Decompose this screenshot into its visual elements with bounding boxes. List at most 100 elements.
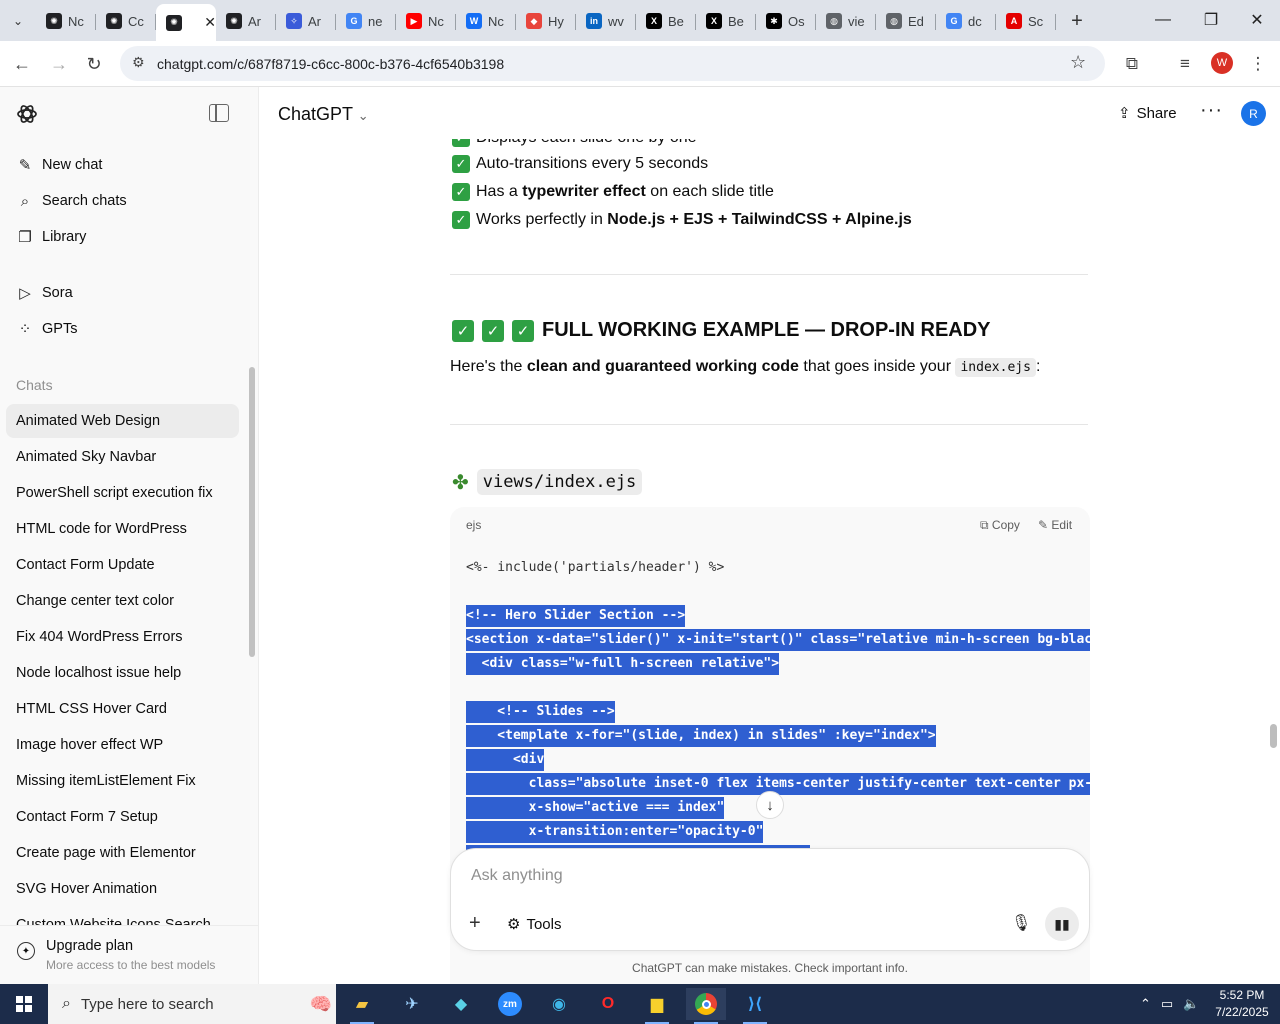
tab-search-chevron-icon[interactable]: ⌄ [0, 0, 36, 41]
browser-tab[interactable]: ▶ Nc [396, 4, 456, 38]
bookmark-star-icon[interactable]: ☆ [1070, 52, 1086, 73]
browser-menu-icon[interactable]: ⋮ [1243, 49, 1273, 79]
sidebar-new-chat[interactable]: ✎ New chat [6, 148, 239, 182]
app-icon[interactable]: ◆ [441, 988, 481, 1020]
browser-tab[interactable]: ✱ Os [756, 4, 816, 38]
user-avatar[interactable]: R [1241, 101, 1266, 126]
code-line[interactable]: <div class="w-full h-screen relative"> [466, 653, 780, 675]
tab-close-icon[interactable]: ✕ [204, 14, 216, 31]
file-explorer-icon[interactable]: ▰ [342, 988, 382, 1024]
browser-profile-avatar[interactable]: W [1211, 52, 1233, 74]
scrollbar-thumb[interactable] [1270, 724, 1277, 748]
chat-history-item[interactable]: Missing itemListElement Fix [6, 764, 239, 798]
code-line[interactable]: x-show="active === index" [466, 797, 725, 819]
windows-start-icon[interactable] [0, 984, 48, 1024]
extensions-icon[interactable]: ⧉ [1117, 49, 1147, 79]
browser-tab[interactable]: ◍ Ed [876, 4, 936, 38]
chat-history-item[interactable]: Change center text color [6, 584, 239, 618]
media-control-icon[interactable]: ≡ [1170, 49, 1200, 79]
code-line[interactable]: x-transition:enter="opacity-0" [466, 821, 764, 843]
code-line[interactable]: <%- include('partials/header') %> [466, 557, 724, 579]
chat-history-item[interactable]: Node localhost issue help [6, 656, 239, 690]
site-info-icon[interactable]: ⚙ [132, 54, 145, 71]
chat-history-item[interactable]: Contact Form 7 Setup [6, 800, 239, 834]
sidebar-sora[interactable]: ▷ Sora [6, 276, 239, 310]
app-icon[interactable]: ✈ [392, 988, 432, 1020]
browser-toolbar: ← → ↻ ⚙ chatgpt.com/c/687f8719-c6cc-800c… [0, 41, 1280, 87]
browser-tab[interactable]: X Be [696, 4, 756, 38]
zoom-icon[interactable]: zm [490, 988, 530, 1020]
code-line[interactable]: <section x-data="slider()" x-init="start… [466, 629, 1090, 651]
browser-tab[interactable]: ✺ Cc [96, 4, 156, 38]
tab-title: vie [848, 13, 865, 29]
more-options-icon[interactable]: ··· [1200, 99, 1223, 122]
forward-arrow-icon[interactable]: → [44, 49, 74, 79]
openai-logo-icon[interactable] [15, 102, 39, 126]
volume-icon[interactable]: 🔈 [1183, 996, 1199, 1012]
chat-history-item[interactable]: HTML code for WordPress [6, 512, 239, 546]
prompt-input[interactable] [471, 867, 1031, 885]
vscode-icon[interactable]: ⟩⟨ [735, 988, 775, 1024]
voice-mode-icon[interactable]: ▮▮ [1045, 907, 1079, 941]
code-line[interactable]: <div [466, 749, 545, 771]
taskbar-search[interactable]: ⌕ Type here to search 🧠 [48, 984, 336, 1024]
code-line[interactable]: <template x-for="(slide, index) in slide… [466, 725, 936, 747]
network-icon[interactable]: ▭ [1161, 996, 1173, 1012]
browser-tab[interactable]: Gne [336, 4, 396, 38]
sidebar-gpts[interactable]: ⁘ GPTs [6, 312, 239, 346]
chat-history-item[interactable]: Image hover effect WP [6, 728, 239, 762]
reload-icon[interactable]: ↻ [79, 49, 109, 79]
chat-history-item[interactable]: Create page with Elementor [6, 836, 239, 870]
back-arrow-icon[interactable]: ← [7, 49, 37, 79]
browser-tab[interactable]: X Be [636, 4, 696, 38]
chat-history-item[interactable]: Fix 404 WordPress Errors [6, 620, 239, 654]
edge-icon[interactable]: ◉ [539, 988, 579, 1020]
url-text[interactable]: chatgpt.com/c/687f8719-c6cc-800c-b376-4c… [157, 56, 504, 72]
edit-code-button[interactable]: ✎ Edit [1038, 518, 1072, 532]
upgrade-plan-button[interactable]: ✦ Upgrade plan More access to the best m… [0, 925, 258, 984]
browser-tab[interactable]: ✧ Ar [276, 4, 336, 38]
sidebar-toggle-icon[interactable] [209, 104, 229, 122]
windows-logo-icon [16, 996, 32, 1012]
attach-plus-icon[interactable]: + [469, 912, 481, 935]
sidebar-search-chats[interactable]: ⌕ Search chats [6, 184, 239, 218]
browser-tab[interactable]: in wv [576, 4, 636, 38]
browser-tab[interactable]: A Sc [996, 4, 1056, 38]
chat-history-item[interactable]: SVG Hover Animation [6, 872, 239, 906]
browser-tab[interactable]: ✺ Nc [36, 4, 96, 38]
browser-tab[interactable]: Gdc [936, 4, 996, 38]
minimize-icon[interactable]: — [1140, 0, 1186, 40]
browser-tab[interactable]: ✺ Ar [216, 4, 276, 38]
chat-history-item[interactable]: HTML CSS Hover Card [6, 692, 239, 726]
browser-tab[interactable]: ◆ Hy [516, 4, 576, 38]
browser-tab[interactable]: ◍ vie [816, 4, 876, 38]
restore-icon[interactable]: ❐ [1188, 0, 1234, 40]
chevron-up-icon[interactable]: ⌃ [1140, 996, 1151, 1012]
microphone-icon[interactable]: 🎙 [1011, 913, 1031, 933]
sidebar-scrollbar[interactable] [249, 367, 255, 657]
new-tab-button[interactable]: + [1062, 4, 1092, 38]
acrobat-icon: A [1006, 13, 1022, 29]
clock[interactable]: 5:52 PM 7/22/2025 [1210, 987, 1274, 1021]
address-bar[interactable]: ⚙ chatgpt.com/c/687f8719-c6cc-800c-b376-… [120, 46, 1105, 81]
sticky-notes-icon[interactable]: ▆ [637, 988, 677, 1024]
sidebar-library[interactable]: ❐ Library [6, 220, 239, 254]
browser-tab[interactable]: W Nc [456, 4, 516, 38]
copy-code-button[interactable]: ⧉ Copy [980, 518, 1020, 533]
scroll-down-arrow-icon[interactable]: ↓ [756, 791, 784, 819]
close-window-icon[interactable]: ✕ [1234, 0, 1280, 40]
share-button[interactable]: ⇪ Share [1118, 104, 1177, 123]
chat-history-item[interactable]: Animated Web Design [6, 404, 239, 438]
main-scrollbar[interactable] [1268, 139, 1280, 984]
model-selector[interactable]: ChatGPT ⌄ [278, 104, 369, 125]
code-line[interactable]: class="absolute inset-0 flex items-cente… [466, 773, 1090, 795]
opera-icon[interactable]: O [588, 988, 628, 1020]
chat-history-item[interactable]: Contact Form Update [6, 548, 239, 582]
chat-history-item[interactable]: PowerShell script execution fix [6, 476, 239, 510]
chrome-icon[interactable] [686, 988, 726, 1024]
code-line[interactable]: <!-- Hero Slider Section --> [466, 605, 686, 627]
browser-tab[interactable]: ✺ ✕ [156, 4, 216, 41]
chat-history-item[interactable]: Animated Sky Navbar [6, 440, 239, 474]
tools-button[interactable]: ⚙ Tools [507, 915, 561, 934]
code-line[interactable]: <!-- Slides --> [466, 701, 615, 723]
